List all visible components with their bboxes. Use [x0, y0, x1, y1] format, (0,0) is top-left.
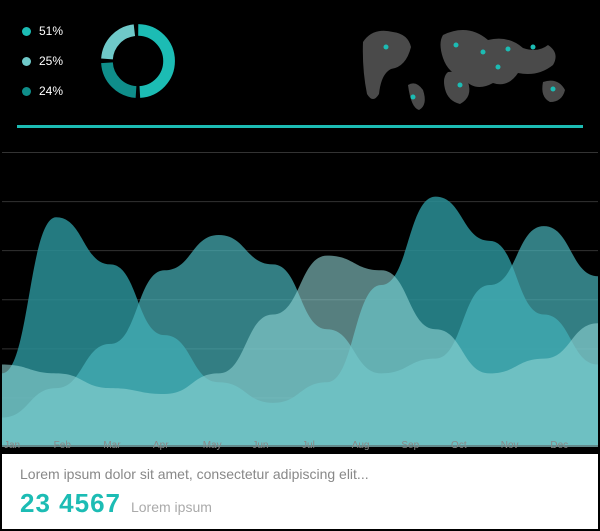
- footer-title: Lorem ipsum dolor sit amet, consectetur …: [20, 466, 580, 482]
- donut-chart: [97, 20, 179, 102]
- legend-dot-icon: [22, 57, 31, 66]
- footer-panel: Lorem ipsum dolor sit amet, consectetur …: [2, 454, 598, 529]
- legend-item: 24%: [22, 76, 63, 106]
- legend-item: 25%: [22, 46, 63, 76]
- footer-big-value: 23 4567: [20, 488, 121, 519]
- legend-label: 25%: [39, 54, 63, 68]
- footer-subtext: Lorem ipsum: [131, 499, 212, 515]
- legend-dot-icon: [22, 87, 31, 96]
- donut-legend: 51% 25% 24%: [22, 16, 63, 106]
- legend-item: 51%: [22, 16, 63, 46]
- legend-dot-icon: [22, 27, 31, 36]
- top-panel: 51% 25% 24%: [2, 2, 598, 122]
- section-divider: [17, 125, 583, 128]
- area-chart: [2, 137, 598, 447]
- dashboard-frame: 51% 25% 24%: [0, 0, 600, 531]
- legend-label: 24%: [39, 84, 63, 98]
- legend-label: 51%: [39, 24, 63, 38]
- world-map: [348, 17, 583, 112]
